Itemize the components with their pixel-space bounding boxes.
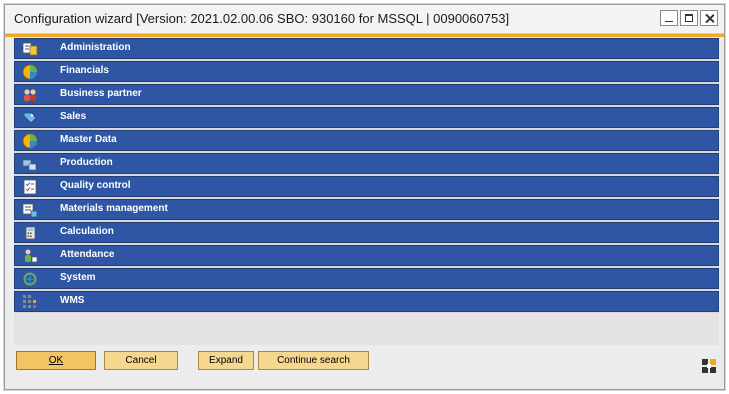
- system-icon: [22, 271, 38, 287]
- window-title: Configuration wizard [Version: 2021.02.0…: [14, 11, 510, 26]
- business-partner-icon: [22, 87, 38, 103]
- ok-button[interactable]: OK: [16, 351, 96, 370]
- category-label: Quality control: [60, 180, 131, 191]
- category-label: System: [60, 272, 96, 283]
- category-label: Production: [60, 157, 113, 168]
- sales-icon: [22, 110, 38, 126]
- category-label: WMS: [60, 295, 85, 306]
- category-row-administration[interactable]: Administration: [14, 38, 719, 59]
- category-row-quality-control[interactable]: Quality control: [14, 176, 719, 197]
- ok-button-label: OK: [48, 355, 64, 366]
- category-label: Financials: [60, 65, 109, 76]
- title-bar[interactable]: Configuration wizard [Version: 2021.02.0…: [5, 5, 724, 34]
- maximize-button[interactable]: [680, 10, 698, 26]
- title-accent-bar: [5, 34, 724, 37]
- cancel-button-label: Cancel: [125, 355, 157, 366]
- category-label: Master Data: [60, 134, 117, 145]
- attendance-icon: [22, 248, 38, 264]
- minimize-button[interactable]: [660, 10, 678, 26]
- financials-icon: [22, 64, 38, 80]
- close-button[interactable]: [700, 10, 718, 26]
- category-row-financials[interactable]: Financials: [14, 61, 719, 82]
- category-row-attendance[interactable]: Attendance: [14, 245, 719, 266]
- wms-icon: [22, 294, 38, 310]
- category-label: Attendance: [60, 249, 115, 260]
- configuration-wizard-window: Configuration wizard [Version: 2021.02.0…: [4, 4, 725, 390]
- brand-logo-icon: [702, 359, 716, 373]
- category-row-business-partner[interactable]: Business partner: [14, 84, 719, 105]
- maximize-icon: [681, 11, 697, 25]
- category-row-sales[interactable]: Sales: [14, 107, 719, 128]
- category-label: Administration: [60, 42, 131, 53]
- continue-search-button[interactable]: Continue search: [258, 351, 369, 370]
- production-icon: [22, 156, 38, 172]
- empty-list-area: [14, 313, 719, 345]
- category-list: Administration Financials Business partn…: [14, 38, 719, 313]
- category-row-system[interactable]: System: [14, 268, 719, 289]
- calculation-icon: [22, 225, 38, 241]
- cancel-button[interactable]: Cancel: [104, 351, 178, 370]
- category-label: Materials management: [60, 203, 168, 214]
- expand-button[interactable]: Expand: [198, 351, 254, 370]
- administration-icon: [22, 41, 38, 57]
- category-label: Calculation: [60, 226, 114, 237]
- category-row-wms[interactable]: WMS: [14, 291, 719, 312]
- materials-management-icon: [22, 202, 38, 218]
- category-row-calculation[interactable]: Calculation: [14, 222, 719, 243]
- category-row-materials-management[interactable]: Materials management: [14, 199, 719, 220]
- close-icon: [701, 11, 717, 25]
- window-controls: [660, 10, 718, 26]
- expand-button-label: Expand: [209, 355, 243, 366]
- category-row-master-data[interactable]: Master Data: [14, 130, 719, 151]
- category-label: Business partner: [60, 88, 142, 99]
- master-data-icon: [22, 133, 38, 149]
- category-label: Sales: [60, 111, 87, 122]
- category-row-production[interactable]: Production: [14, 153, 719, 174]
- continue-search-button-label: Continue search: [277, 355, 350, 366]
- minimize-icon: [661, 11, 677, 25]
- quality-control-icon: [22, 179, 38, 195]
